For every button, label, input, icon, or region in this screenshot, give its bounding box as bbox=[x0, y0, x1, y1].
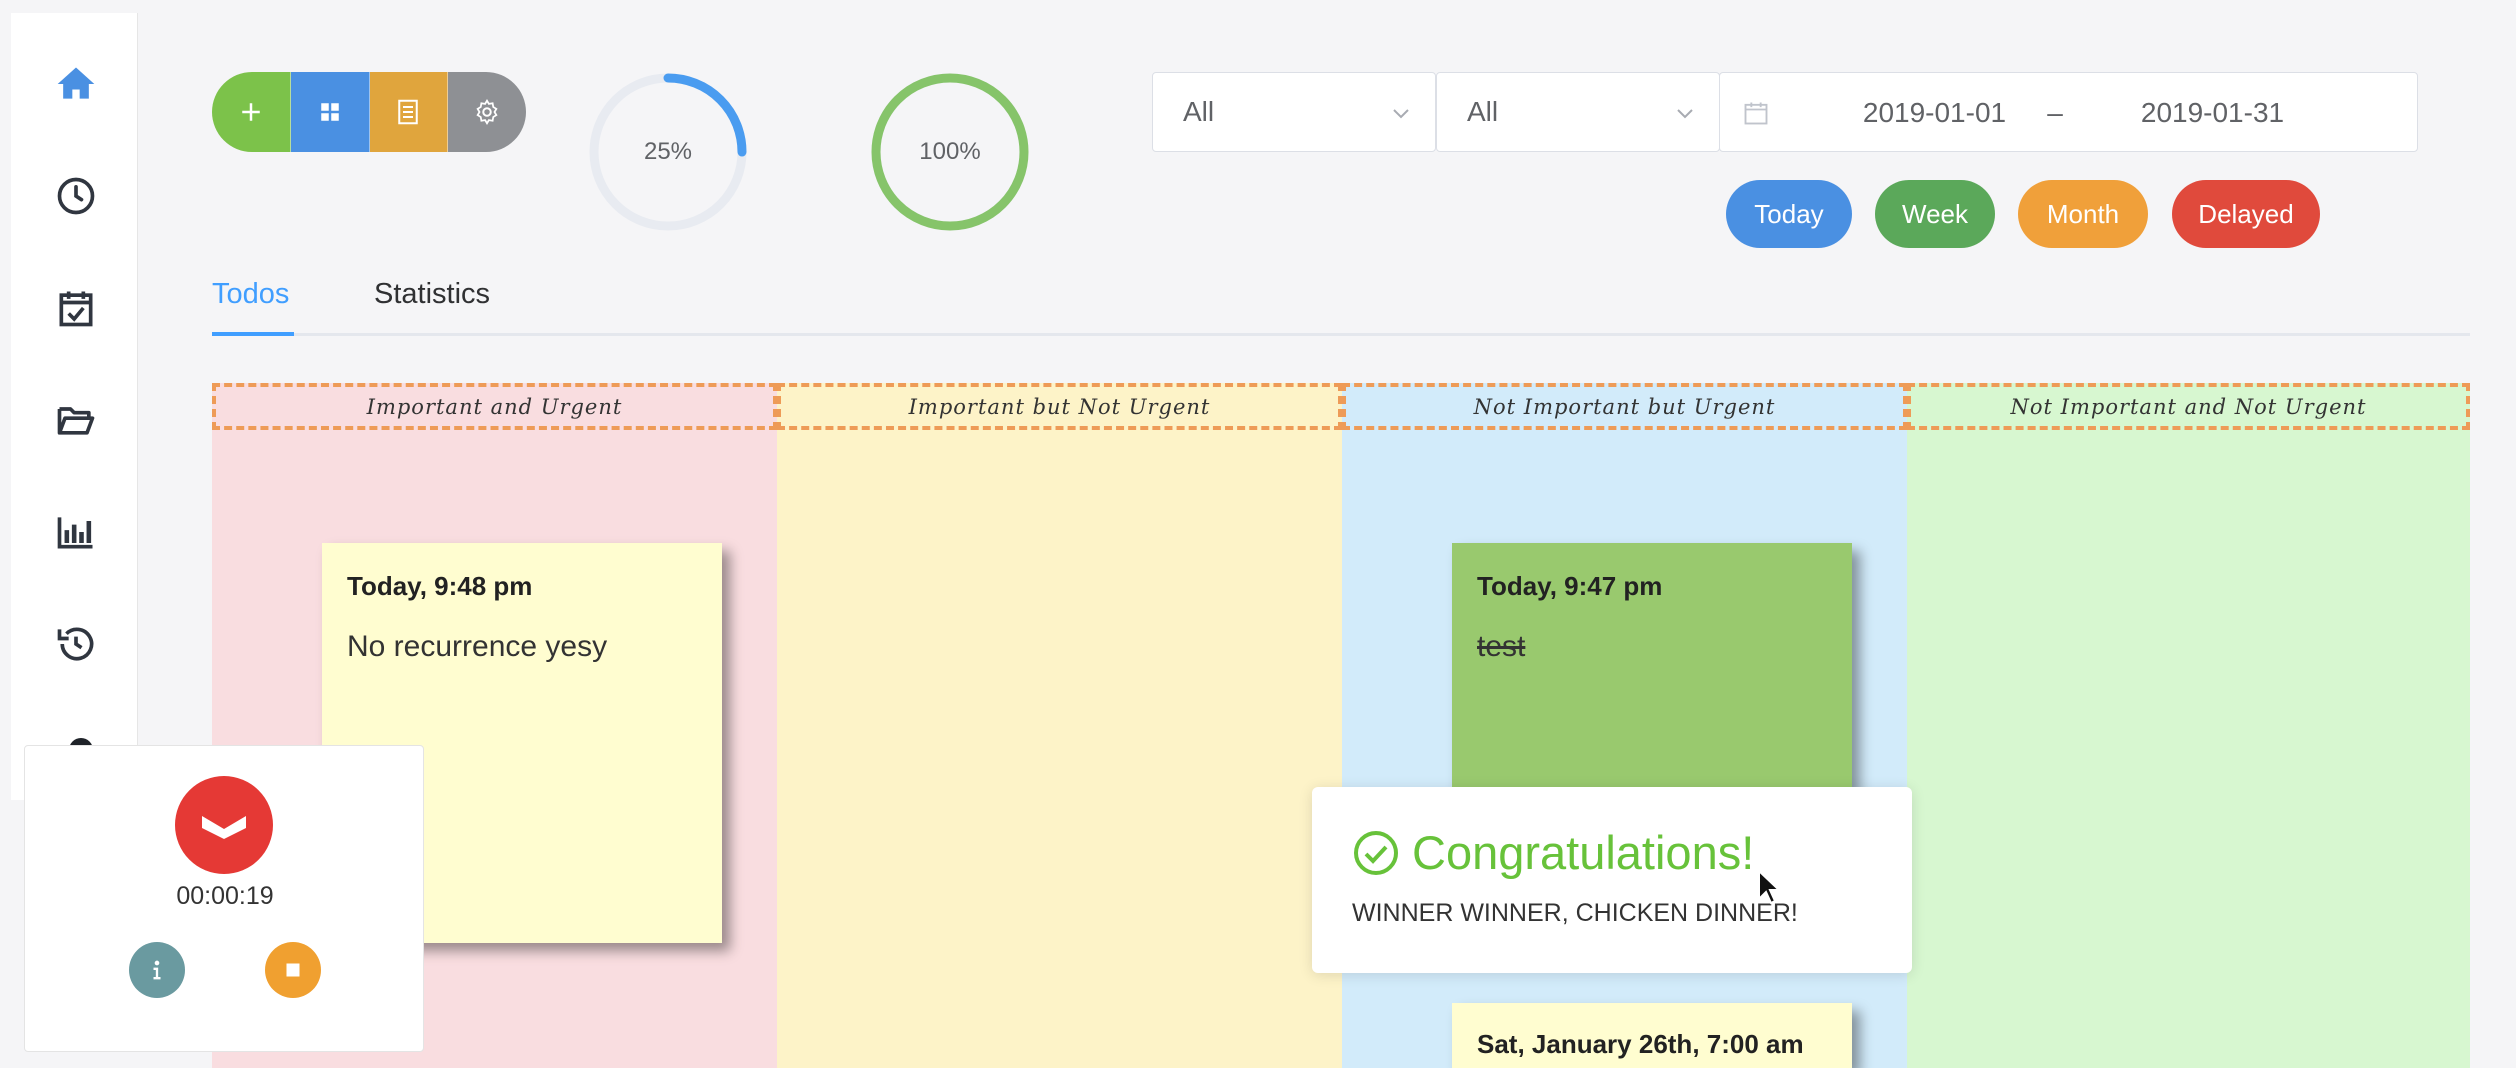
notification-title: Congratulations! bbox=[1412, 826, 1755, 879]
chevron-down-icon bbox=[1677, 109, 1693, 119]
date-separator: – bbox=[2047, 97, 2063, 128]
check-circle-icon bbox=[1354, 831, 1398, 875]
start-date-input[interactable]: 2019-01-01 bbox=[1832, 97, 2037, 129]
clock-icon bbox=[57, 177, 95, 215]
note-time: Today, 9:48 pm bbox=[347, 571, 533, 601]
gear-icon bbox=[476, 99, 498, 125]
plus-icon bbox=[242, 103, 260, 121]
note-time: Today, 9:47 pm bbox=[1477, 571, 1663, 601]
timer-stop-button[interactable] bbox=[265, 942, 321, 998]
settings-button[interactable] bbox=[448, 72, 526, 152]
delayed-filter-button[interactable]: Delayed bbox=[2172, 180, 2320, 248]
stop-icon bbox=[286, 963, 300, 977]
select-value: All bbox=[1183, 96, 1215, 127]
mouse-cursor-icon bbox=[1758, 869, 1782, 905]
notification-message: WINNER WINNER, CHICKEN DINNER! bbox=[1352, 899, 1798, 927]
folder-open-icon bbox=[57, 407, 95, 435]
sidebar bbox=[11, 13, 138, 800]
list-view-button[interactable] bbox=[369, 72, 449, 152]
timer-display: 00:00:19 bbox=[176, 882, 274, 910]
sidebar-item-calendar[interactable] bbox=[41, 273, 111, 343]
history-icon bbox=[57, 627, 94, 661]
grid-view-button[interactable] bbox=[290, 72, 370, 152]
tab-bar: Todos Statistics bbox=[212, 272, 2470, 336]
calendar-icon bbox=[1744, 102, 1768, 125]
week-filter-button[interactable]: Week bbox=[1875, 180, 1995, 248]
note-text: No recurrence yesy bbox=[347, 630, 608, 663]
bar-chart-icon bbox=[57, 517, 93, 549]
sidebar-item-statistics[interactable] bbox=[41, 497, 111, 567]
progress-percent-label: 100% bbox=[919, 138, 981, 165]
today-filter-button[interactable]: Today bbox=[1726, 180, 1852, 248]
chevron-down-icon bbox=[1393, 109, 1409, 119]
action-button-group bbox=[212, 72, 526, 152]
home-icon bbox=[57, 67, 95, 99]
success-notification[interactable]: Congratulations! WINNER WINNER, CHICKEN … bbox=[1312, 787, 1912, 973]
quadrant-title: Not Important but Urgent bbox=[1342, 383, 1907, 430]
quadrant-title: Important but Not Urgent bbox=[777, 383, 1342, 430]
note-time: Sat, January 26th, 7:00 am bbox=[1477, 1029, 1804, 1059]
date-range-picker[interactable]: 2019-01-01 – 2019-01-31 bbox=[1719, 72, 2418, 152]
active-tab-indicator bbox=[212, 332, 294, 336]
grid-icon bbox=[320, 103, 339, 121]
quadrant-not-important-not-urgent: Not Important and Not Urgent bbox=[1907, 383, 2470, 1068]
calendar-check-icon bbox=[59, 291, 93, 327]
category-select[interactable]: All bbox=[1152, 72, 1436, 152]
progress-percent-label: 25% bbox=[643, 138, 693, 165]
list-icon bbox=[398, 99, 419, 125]
pomodoro-button[interactable] bbox=[175, 776, 273, 874]
progress-ring-total: 100% bbox=[868, 70, 1032, 234]
tomato-icon bbox=[202, 816, 246, 839]
end-date-input[interactable]: 2019-01-31 bbox=[2110, 97, 2315, 129]
sidebar-item-folder[interactable] bbox=[41, 385, 111, 455]
status-select[interactable]: All bbox=[1436, 72, 1720, 152]
note-text: test bbox=[1477, 630, 1526, 663]
tab-todos[interactable]: Todos bbox=[212, 278, 289, 311]
select-value: All bbox=[1467, 96, 1499, 127]
pomodoro-timer-panel: 00:00:19 bbox=[24, 745, 424, 1052]
timer-info-button[interactable] bbox=[129, 942, 185, 998]
quadrant-important-not-urgent: Important but Not Urgent bbox=[777, 383, 1342, 1068]
todo-note-completed[interactable]: Today, 9:47 pm test bbox=[1452, 543, 1852, 789]
sidebar-item-clock[interactable] bbox=[41, 161, 111, 231]
month-filter-button[interactable]: Month bbox=[2018, 180, 2148, 248]
sidebar-item-home[interactable] bbox=[41, 49, 111, 119]
tab-statistics[interactable]: Statistics bbox=[374, 278, 490, 311]
todo-note[interactable]: Sat, January 26th, 7:00 am bbox=[1452, 1003, 1852, 1068]
sidebar-item-history[interactable] bbox=[41, 609, 111, 679]
add-todo-button[interactable] bbox=[212, 72, 291, 152]
progress-ring-today: 25% bbox=[586, 70, 750, 234]
quadrant-title: Important and Urgent bbox=[212, 383, 777, 430]
quadrant-title: Not Important and Not Urgent bbox=[1907, 383, 2470, 430]
info-icon bbox=[153, 960, 161, 980]
